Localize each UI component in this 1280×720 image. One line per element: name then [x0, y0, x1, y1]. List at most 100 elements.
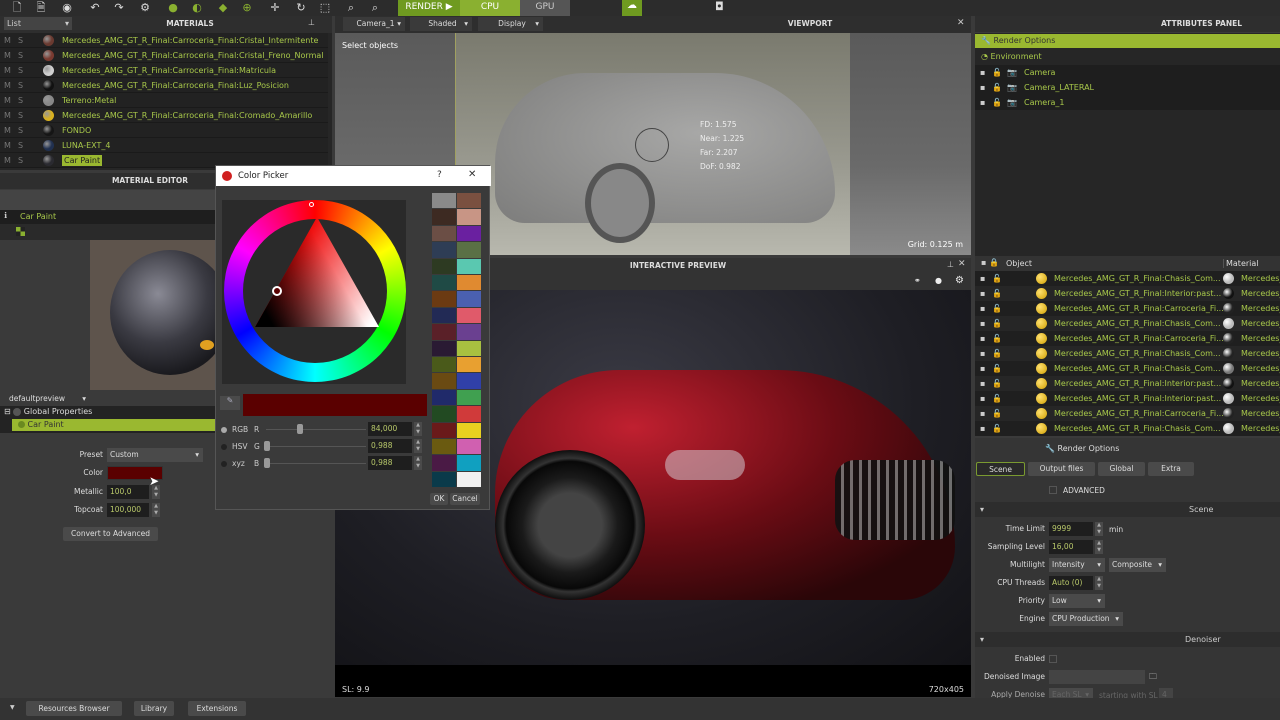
tab-output-files[interactable]: Output files	[1028, 462, 1095, 476]
channel-value-input[interactable]: 0,988	[368, 439, 412, 453]
advanced-checkbox[interactable]	[1049, 486, 1057, 494]
channel-stepper[interactable]: ▲ ▼	[414, 422, 422, 436]
lock-icon[interactable]: 🔓	[992, 421, 1002, 436]
material-list-item[interactable]: MS Mercedes_AMG_GT_R_Final:Carroceria_Fi…	[0, 108, 328, 123]
color-swatch[interactable]	[457, 455, 481, 471]
color-swatch[interactable]	[457, 258, 481, 274]
link-icon[interactable]: ⚭	[914, 276, 921, 285]
topcoat-input[interactable]: 100,000	[107, 503, 149, 517]
channel-slider-handle[interactable]	[264, 441, 270, 451]
color-swatch[interactable]	[457, 209, 481, 225]
mode-radio-rgb[interactable]	[221, 427, 227, 433]
convert-to-advanced-button[interactable]: Convert to Advanced	[63, 527, 158, 541]
info-icon[interactable]: ℹ	[4, 211, 7, 220]
color-swatch[interactable]	[432, 439, 456, 455]
denoised-image-input[interactable]	[1049, 670, 1145, 684]
denoiser-section-header[interactable]: ▾ Denoiser	[975, 632, 1280, 647]
color-swatch[interactable]	[457, 389, 481, 406]
color-swatch[interactable]	[457, 439, 481, 455]
material-list-item[interactable]: MS Mercedes_AMG_GT_R_Final:Carroceria_Fi…	[0, 48, 328, 63]
cpu-threads-input[interactable]: Auto (0)	[1049, 576, 1093, 590]
color-swatch[interactable]	[432, 209, 456, 225]
scene-section-header[interactable]: ▾ Scene	[975, 502, 1280, 517]
color-swatch[interactable]	[457, 340, 481, 356]
help-button[interactable]: ?	[437, 170, 442, 180]
mode-radio-xyz[interactable]	[221, 461, 227, 467]
color-swatch[interactable]	[432, 357, 456, 373]
color-swatch[interactable]	[432, 406, 456, 422]
time-limit-input[interactable]: 9999	[1049, 522, 1093, 536]
color-swatch[interactable]	[432, 324, 456, 340]
color-swatch[interactable]	[457, 422, 481, 438]
bottom-tab-extensions[interactable]: Extensions	[188, 701, 246, 716]
rotate-icon[interactable]: ↻	[294, 1, 308, 14]
color-swatch[interactable]	[432, 471, 456, 488]
settings-icon[interactable]: ⚙	[138, 1, 152, 14]
color-swatch[interactable]	[432, 291, 456, 307]
channel-slider[interactable]	[266, 429, 366, 430]
lock-icon[interactable]: 🔓	[992, 331, 1002, 346]
lock-icon[interactable]: 🔓	[992, 301, 1002, 316]
display-dropdown[interactable]: Display	[478, 17, 543, 31]
sphere-icon[interactable]: ●	[166, 1, 180, 14]
close-viewport-icon[interactable]: ✕	[957, 18, 965, 28]
priority-dropdown[interactable]: Low	[1049, 594, 1105, 608]
color-swatch[interactable]	[457, 275, 481, 291]
color-swatch[interactable]	[457, 471, 481, 488]
globe-icon[interactable]: ⊕	[240, 1, 254, 14]
upload-icon[interactable]: ☁	[622, 0, 642, 16]
channel-slider-handle[interactable]	[264, 458, 270, 468]
color-swatch[interactable]	[432, 225, 456, 242]
time-limit-stepper[interactable]: ▲ ▼	[1095, 522, 1103, 536]
ok-button[interactable]: OK	[430, 493, 448, 505]
object-row[interactable]: ▪ 🔓 Mercedes_AMG_GT_R_Final:Interior:past.…	[975, 286, 1280, 301]
color-swatch[interactable]	[432, 242, 456, 258]
render-options-item[interactable]: 🔧 Render Options	[975, 34, 1280, 48]
render-button[interactable]: RENDER ▶	[398, 0, 460, 16]
lock-icon[interactable]: 🔓	[992, 65, 1002, 80]
eyedropper-button[interactable]: ✎	[220, 396, 240, 410]
color-swatch[interactable]	[457, 225, 481, 242]
open-file-icon[interactable]: 🗎	[34, 1, 48, 14]
zoom-icon[interactable]: ⌕	[344, 1, 358, 14]
new-file-icon[interactable]: 🗋	[10, 1, 24, 14]
view-mode-dropdown[interactable]: List ▾	[4, 17, 72, 30]
channel-slider[interactable]	[266, 463, 366, 464]
zoom-region-icon[interactable]: ⌕	[368, 1, 382, 14]
metallic-stepper[interactable]: ▲ ▼	[152, 485, 160, 499]
lock-icon[interactable]: 🔓	[992, 95, 1002, 110]
render-region-icon[interactable]: ●	[935, 276, 942, 285]
collapse-icon[interactable]: ▼	[10, 704, 15, 711]
sampling-level-stepper[interactable]: ▲ ▼	[1095, 540, 1103, 554]
lock-icon[interactable]: 🔓	[992, 376, 1002, 391]
cpu-toggle[interactable]: CPU	[460, 0, 520, 16]
color-swatch[interactable]	[457, 406, 481, 422]
color-swatch[interactable]	[432, 389, 456, 406]
engine-dropdown[interactable]: CPU Production	[1049, 612, 1123, 626]
mode-radio-hsv[interactable]	[221, 444, 227, 450]
color-swatch[interactable]	[457, 324, 481, 340]
object-row[interactable]: ▪ 🔓 Mercedes_AMG_GT_R_Final:Chasis_Com... M…	[975, 421, 1280, 436]
material-list-item[interactable]: MS LUNA-EXT_4	[0, 138, 328, 153]
channel-value-input[interactable]: 0,988	[368, 456, 412, 470]
color-swatch[interactable]	[432, 373, 456, 389]
channel-value-input[interactable]: 84,000	[368, 422, 412, 436]
folder-icon[interactable]: 🗀	[1149, 671, 1157, 685]
preset-dropdown[interactable]: Custom	[107, 448, 203, 462]
move-icon[interactable]: ✛	[268, 1, 282, 14]
lock-icon[interactable]: 🔓	[992, 80, 1002, 95]
channel-slider[interactable]	[266, 446, 366, 447]
multilight-mode-dropdown[interactable]: Composite	[1109, 558, 1166, 572]
camera-snapshot-icon[interactable]: ◘	[715, 0, 724, 13]
color-swatch[interactable]	[432, 422, 456, 438]
color-swatch[interactable]	[457, 193, 481, 209]
object-row[interactable]: ▪ 🔓 Mercedes_AMG_GT_R_Final:Carroceria_Fi.…	[975, 331, 1280, 346]
redo-icon[interactable]: ↷	[112, 1, 126, 14]
tree-global-properties[interactable]: ⊟ Global Properties	[4, 406, 92, 418]
light-icon[interactable]: ◆	[216, 1, 230, 14]
preview-scene-dropdown[interactable]: defaultpreview	[6, 392, 90, 406]
bottom-tab-library[interactable]: Library	[134, 701, 174, 716]
tree-car-paint[interactable]: Car Paint	[12, 419, 215, 431]
object-row[interactable]: ▪ 🔓 Mercedes_AMG_GT_R_Final:Carroceria_Fi.…	[975, 301, 1280, 316]
color-wheel-area[interactable]	[222, 200, 406, 384]
